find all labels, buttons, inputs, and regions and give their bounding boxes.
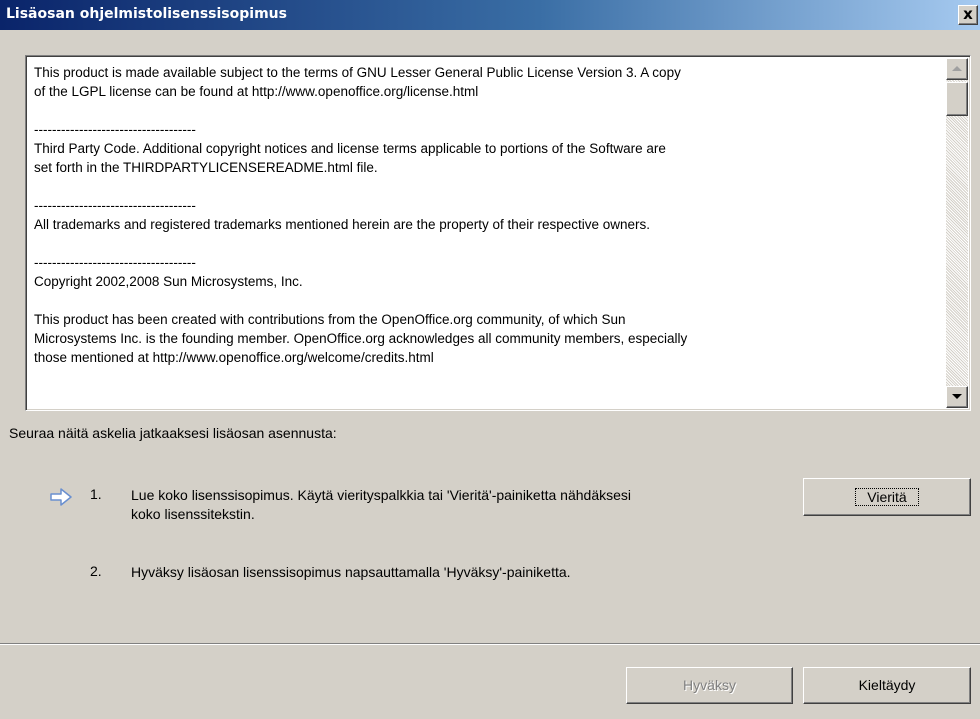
scroll-button-label: Vieritä <box>867 489 907 505</box>
arrow-right-icon <box>50 488 72 506</box>
step-1-number: 1. <box>90 486 102 502</box>
down-arrow-icon <box>952 394 962 399</box>
instructions-heading: Seuraa näitä askelia jatkaaksesi lisäosa… <box>9 425 337 441</box>
title-bar[interactable]: Lisäosan ohjelmistolisenssisopimus x <box>0 0 980 30</box>
accept-button[interactable]: Hyväksy <box>626 667 793 704</box>
step-2-number: 2. <box>90 563 102 579</box>
vertical-scrollbar[interactable] <box>946 58 968 408</box>
accept-button-label: Hyväksy <box>683 677 736 693</box>
close-button[interactable]: x <box>958 5 978 25</box>
window-title: Lisäosan ohjelmistolisenssisopimus <box>6 6 287 22</box>
decline-button-label: Kieltäydy <box>858 677 916 693</box>
up-arrow-icon <box>952 66 962 71</box>
scrollbar-thumb[interactable] <box>946 82 968 116</box>
license-dialog: Lisäosan ohjelmistolisenssisopimus x Thi… <box>0 0 980 719</box>
scroll-up-button[interactable] <box>946 58 968 80</box>
step-1-text: Lue koko lisenssisopimus. Käytä vieritys… <box>131 487 632 522</box>
step-2-text: Hyväksy lisäosan lisenssisopimus napsaut… <box>131 564 571 580</box>
scroll-down-button[interactable] <box>946 386 968 408</box>
license-text-area[interactable]: This product is made available subject t… <box>25 55 971 411</box>
scroll-button[interactable]: Vieritä <box>803 478 971 516</box>
close-icon: x <box>963 5 973 23</box>
decline-button[interactable]: Kieltäydy <box>803 667 971 704</box>
footer-divider <box>0 643 980 645</box>
license-text: This product is made available subject t… <box>34 65 688 365</box>
